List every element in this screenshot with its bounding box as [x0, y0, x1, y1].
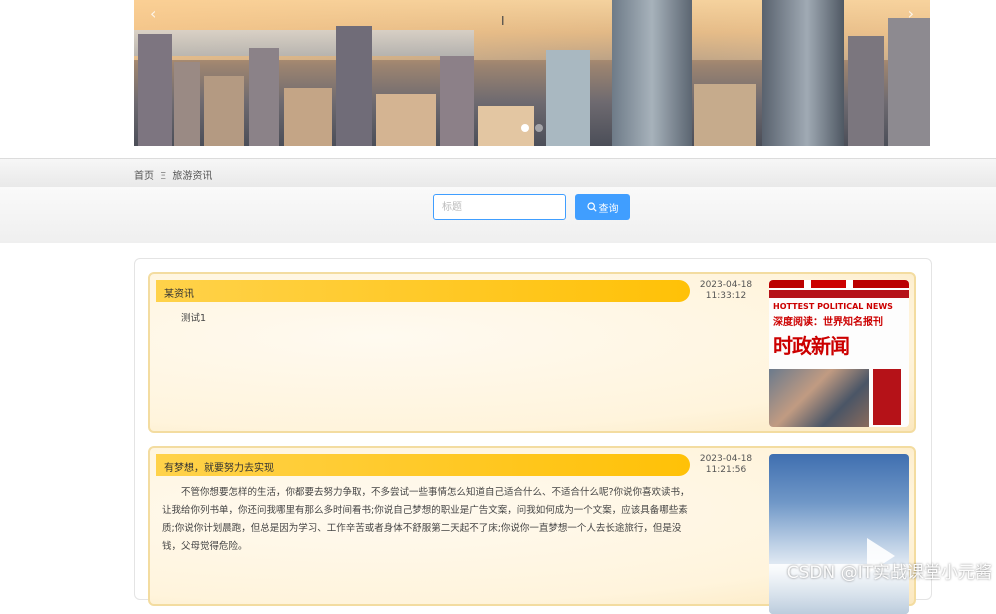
banner-carousel[interactable]: ‹ › — [134, 0, 930, 146]
search-bar: 查询 — [0, 187, 996, 243]
banner-building — [694, 84, 756, 146]
search-icon — [586, 202, 597, 212]
banner-next-arrow-icon[interactable]: › — [908, 4, 914, 23]
breadcrumb-bar: 首页 Ξ 旅游资讯 — [0, 158, 996, 188]
magazine-subtitle: 深度阅读：世界知名报刊 — [773, 317, 883, 328]
news-datetime: 2023-04-18 11:33:12 — [698, 280, 754, 302]
title-search-input[interactable] — [433, 194, 566, 220]
banner-dot-1[interactable] — [521, 124, 529, 132]
news-summary: 测试1 — [181, 313, 207, 324]
magazine-banner — [769, 290, 909, 298]
magazine-kicker: HOTTEST POLITICAL NEWS — [773, 302, 893, 311]
search-button-label: 查询 — [598, 203, 619, 215]
news-date: 2023-04-18 — [699, 454, 753, 464]
magazine-masthead — [769, 280, 909, 288]
news-time: 11:21:56 — [705, 465, 747, 475]
breadcrumb-home[interactable]: 首页 — [134, 171, 154, 182]
news-date: 2023-04-18 — [699, 280, 753, 290]
breadcrumb: 首页 Ξ 旅游资讯 — [134, 167, 212, 182]
text-cursor-icon: I — [501, 14, 505, 28]
news-thumbnail[interactable]: HOTTEST POLITICAL NEWS 深度阅读：世界知名报刊 时政新闻 — [769, 280, 909, 427]
watermark: CSDN @IT实战课堂小元酱 — [786, 563, 992, 583]
banner-dot-2[interactable] — [535, 124, 543, 132]
news-card[interactable]: 某资讯 2023-04-18 11:33:12 测试1 HOTTEST POLI… — [148, 272, 916, 433]
news-time: 11:33:12 — [705, 291, 747, 301]
search-button[interactable]: 查询 — [575, 194, 630, 220]
news-title-bar: 有梦想，就要努力去实现 — [156, 454, 690, 476]
news-datetime: 2023-04-18 11:21:56 — [698, 454, 754, 476]
news-title-bar: 某资讯 — [156, 280, 690, 302]
breadcrumb-separator-icon: Ξ — [160, 171, 167, 182]
news-list: 某资讯 2023-04-18 11:33:12 测试1 HOTTEST POLI… — [134, 258, 932, 614]
news-thumbnail[interactable] — [769, 454, 909, 614]
magazine-sidebar — [873, 369, 901, 425]
banner-indicator — [134, 117, 930, 136]
banner-river — [134, 30, 474, 56]
breadcrumb-current: 旅游资讯 — [172, 171, 213, 182]
news-summary: 不管你想要怎样的生活，你都要去努力争取，不多尝试一些事情怎么知道自己适合什么、不… — [162, 487, 690, 552]
magazine-headline: 时政新闻 — [773, 334, 850, 358]
news-title[interactable]: 某资讯 — [164, 285, 194, 300]
magazine-photos — [769, 369, 869, 427]
banner-prev-arrow-icon[interactable]: ‹ — [150, 4, 156, 23]
news-title[interactable]: 有梦想，就要努力去实现 — [164, 459, 274, 474]
